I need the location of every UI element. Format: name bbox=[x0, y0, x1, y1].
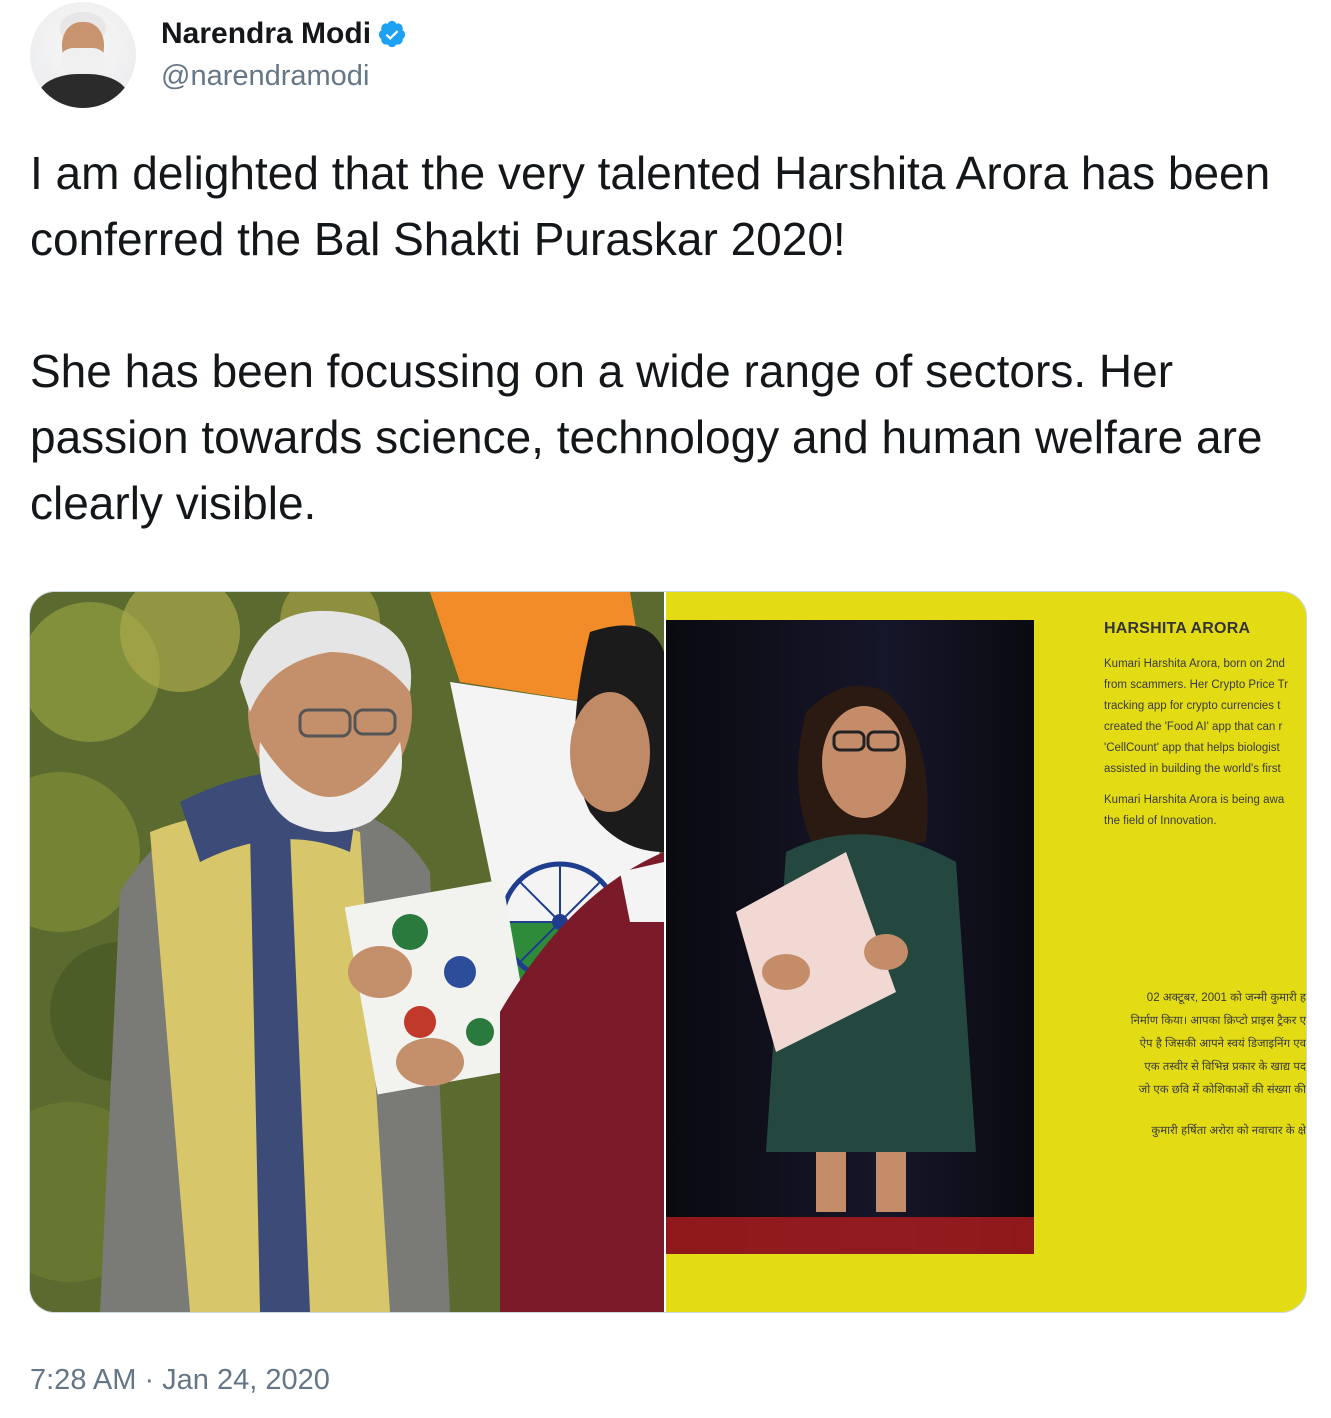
card-text-line: 02 अक्टूबर, 2001 को जन्मी कुमारी ह bbox=[1146, 992, 1306, 1004]
author-handle[interactable]: @narendramodi bbox=[161, 58, 369, 94]
tweet-paragraph: I am delighted that the very talented Ha… bbox=[30, 147, 1271, 265]
verified-badge-icon bbox=[378, 20, 406, 48]
card-text-line: tracking app for crypto currencies t bbox=[1104, 700, 1281, 712]
avatar-body bbox=[38, 74, 128, 108]
author-avatar[interactable] bbox=[30, 2, 136, 108]
author-name-row[interactable]: Narendra Modi bbox=[161, 16, 407, 52]
card-text-line: 'CellCount' app that helps biologist bbox=[1104, 742, 1280, 754]
tweet-text: I am delighted that the very talented Ha… bbox=[30, 140, 1320, 536]
card-text-line: the field of Innovation. bbox=[1104, 815, 1217, 827]
card-text-line: निर्माण किया। आपका क्रिप्टो प्राइस ट्रैक… bbox=[1130, 1015, 1306, 1027]
card-text-line: from scammers. Her Crypto Price Tr bbox=[1104, 679, 1289, 691]
card-text-line: ऐप है जिसकी आपने स्वयं डिजाइनिंग एव bbox=[1139, 1038, 1306, 1050]
author-display-name[interactable]: Narendra Modi bbox=[161, 16, 371, 52]
card-text-line: created the 'Food AI' app that can r bbox=[1104, 721, 1283, 733]
tweet-media-grid: HARSHITA ARORA Kumari Harshita Arora, bo… bbox=[29, 591, 1307, 1313]
tweet-paragraph: She has been focussing on a wide range o… bbox=[30, 345, 1263, 529]
tweet-timestamp[interactable]: 7:28 AM · Jan 24, 2020 bbox=[30, 1360, 330, 1400]
card-english-text: Kumari Harshita Arora, born on 2nd from … bbox=[1104, 654, 1304, 832]
photo-award-ceremony[interactable] bbox=[30, 592, 664, 1312]
card-text-line: जो एक छवि में कोशिकाओं की संख्या की bbox=[1138, 1084, 1306, 1096]
card-text-line: Kumari Harshita Arora is being awa bbox=[1104, 794, 1285, 806]
card-text-line: एक तस्वीर से विभिन्न प्रकार के खाद्य पद bbox=[1144, 1061, 1306, 1073]
card-hindi-text: 02 अक्टूबर, 2001 को जन्मी कुमारी ह निर्म… bbox=[1106, 987, 1306, 1143]
card-text-gap bbox=[1104, 780, 1304, 790]
card-text-line: Kumari Harshita Arora, born on 2nd bbox=[1104, 658, 1285, 670]
tweet: Narendra Modi @narendramodi I am delight… bbox=[0, 0, 1331, 1418]
photo-award-ceremony-illustration bbox=[30, 592, 664, 1312]
photo-award-card[interactable]: HARSHITA ARORA Kumari Harshita Arora, bo… bbox=[666, 592, 1306, 1312]
card-text-gap bbox=[1106, 1102, 1306, 1120]
card-text-line: assisted in building the world's first bbox=[1104, 763, 1281, 775]
card-title: HARSHITA ARORA bbox=[1104, 620, 1251, 637]
card-text-line: कुमारी हर्षिता अरोरा को नवाचार के क्षे bbox=[1151, 1125, 1306, 1137]
tweet-header: Narendra Modi @narendramodi bbox=[30, 0, 830, 112]
